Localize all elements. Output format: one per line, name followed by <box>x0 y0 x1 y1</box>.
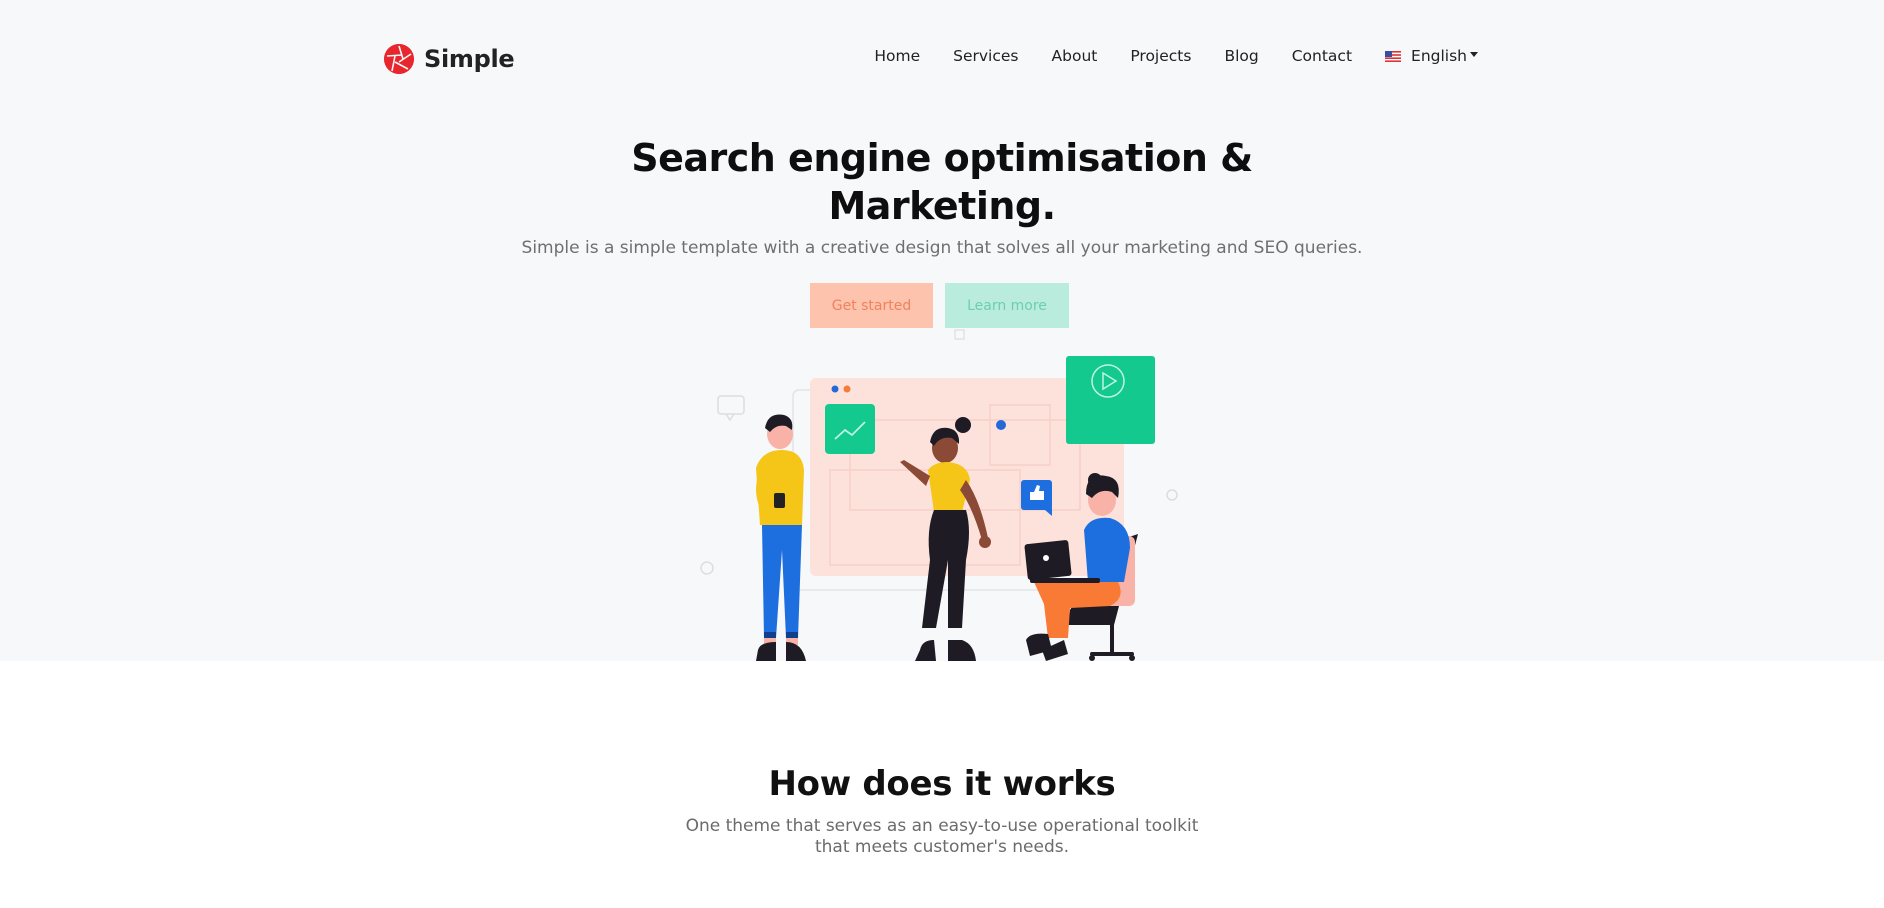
nav-home[interactable]: Home <box>874 47 920 65</box>
chevron-down-icon <box>1470 51 1478 57</box>
brand-name: Simple <box>424 45 515 73</box>
nav-contact[interactable]: Contact <box>1292 47 1352 65</box>
hero-section: Simple Home Services About Projects Blog… <box>0 0 1884 661</box>
site-header: Simple Home Services About Projects Blog… <box>0 0 1884 120</box>
hero-title: Search engine optimisation & Marketing. <box>0 134 1884 230</box>
nav-blog[interactable]: Blog <box>1224 47 1258 65</box>
hero-title-line2: Marketing. <box>828 184 1056 228</box>
brand[interactable]: Simple <box>384 44 515 74</box>
main-nav: Home Services About Projects Blog Contac… <box>874 47 1478 65</box>
aperture-icon <box>384 44 414 74</box>
language-dropdown[interactable]: English <box>1385 47 1478 65</box>
how-it-works-title: How does it works <box>768 764 1116 804</box>
nav-services[interactable]: Services <box>953 47 1018 65</box>
how-it-works-subtitle-line2: that meets customer's needs. <box>814 837 1070 857</box>
how-it-works-subtitle-line1: One theme that serves as an easy-to-use … <box>685 816 1199 836</box>
hero-title-line1: Search engine optimisation & <box>631 136 1253 180</box>
language-label: English <box>1411 47 1467 65</box>
nav-about[interactable]: About <box>1052 47 1098 65</box>
how-it-works-subtitle: One theme that serves as an easy-to-use … <box>0 816 1884 858</box>
hero-subtitle: Simple is a simple template with a creat… <box>521 238 1363 258</box>
us-flag-icon <box>1385 50 1402 62</box>
team-marketing-illustration <box>700 329 1178 661</box>
nav-projects[interactable]: Projects <box>1130 47 1191 65</box>
